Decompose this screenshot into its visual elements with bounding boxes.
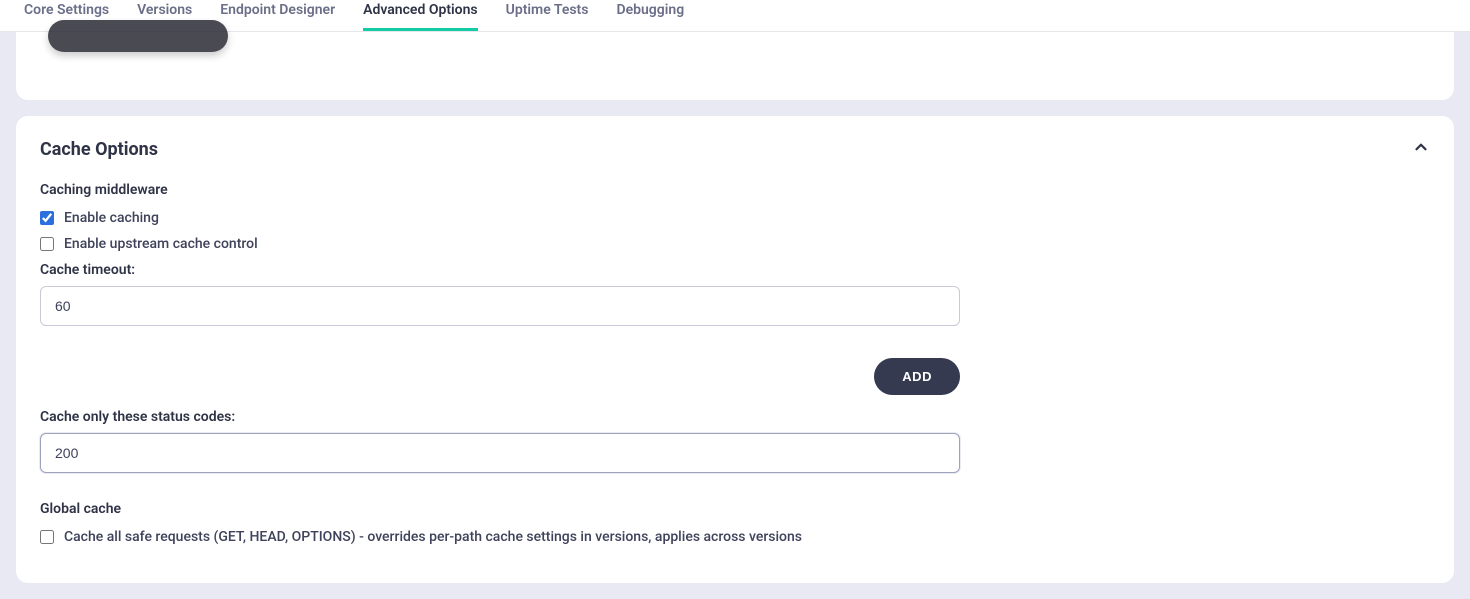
add-button[interactable]: ADD [874,358,960,395]
tab-endpoint-designer[interactable]: Endpoint Designer [220,0,335,31]
global-safe-requests-row[interactable]: Cache all safe requests (GET, HEAD, OPTI… [40,529,960,545]
enable-upstream-label: Enable upstream cache control [64,236,258,252]
panel-header: Cache Options [40,138,1430,160]
tab-advanced-options[interactable]: Advanced Options [363,0,477,31]
page-body: Cache Options Caching middleware Enable … [0,32,1470,599]
enable-upstream-checkbox[interactable] [40,237,54,251]
enable-caching-label: Enable caching [64,210,159,226]
chevron-up-icon[interactable] [1412,138,1430,160]
enable-caching-row[interactable]: Enable caching [40,210,960,226]
add-button-row: ADD [40,358,960,395]
panel-title: Cache Options [40,139,158,160]
tab-debugging[interactable]: Debugging [616,0,684,31]
cache-timeout-label: Cache timeout: [40,262,960,278]
previous-panel-button-shadow [48,20,228,52]
cache-timeout-input[interactable] [40,286,960,326]
tab-uptime-tests[interactable]: Uptime Tests [506,0,589,31]
previous-panel-bottom [16,32,1454,100]
status-codes-label: Cache only these status codes: [40,409,960,425]
enable-upstream-row[interactable]: Enable upstream cache control [40,236,960,252]
form-column: Caching middleware Enable caching Enable… [40,182,960,545]
status-codes-input[interactable] [40,433,960,473]
caching-middleware-heading: Caching middleware [40,182,960,198]
global-cache-heading: Global cache [40,501,960,517]
global-safe-requests-checkbox[interactable] [40,530,54,544]
cache-options-panel: Cache Options Caching middleware Enable … [16,116,1454,583]
global-safe-requests-label: Cache all safe requests (GET, HEAD, OPTI… [64,529,802,545]
enable-caching-checkbox[interactable] [40,211,54,225]
